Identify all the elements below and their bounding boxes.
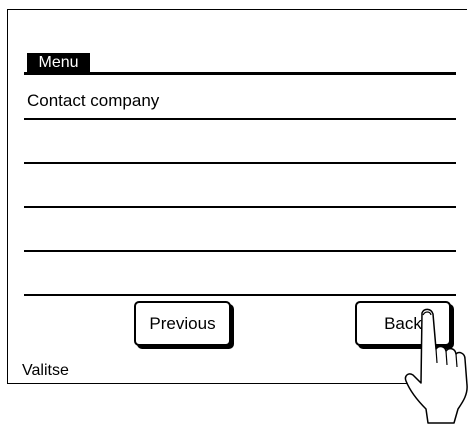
previous-button[interactable]: Previous bbox=[134, 301, 231, 346]
list-item-contact-company[interactable]: Contact company bbox=[27, 90, 159, 112]
pointing-hand-icon bbox=[404, 308, 468, 424]
list-divider bbox=[24, 294, 456, 296]
status-text: Valitse bbox=[22, 362, 69, 379]
menu-title: Menu bbox=[27, 53, 90, 73]
list-divider bbox=[24, 250, 456, 252]
list-divider bbox=[24, 118, 456, 120]
list-divider bbox=[24, 206, 456, 208]
list-divider bbox=[24, 162, 456, 164]
header-divider bbox=[24, 72, 456, 75]
